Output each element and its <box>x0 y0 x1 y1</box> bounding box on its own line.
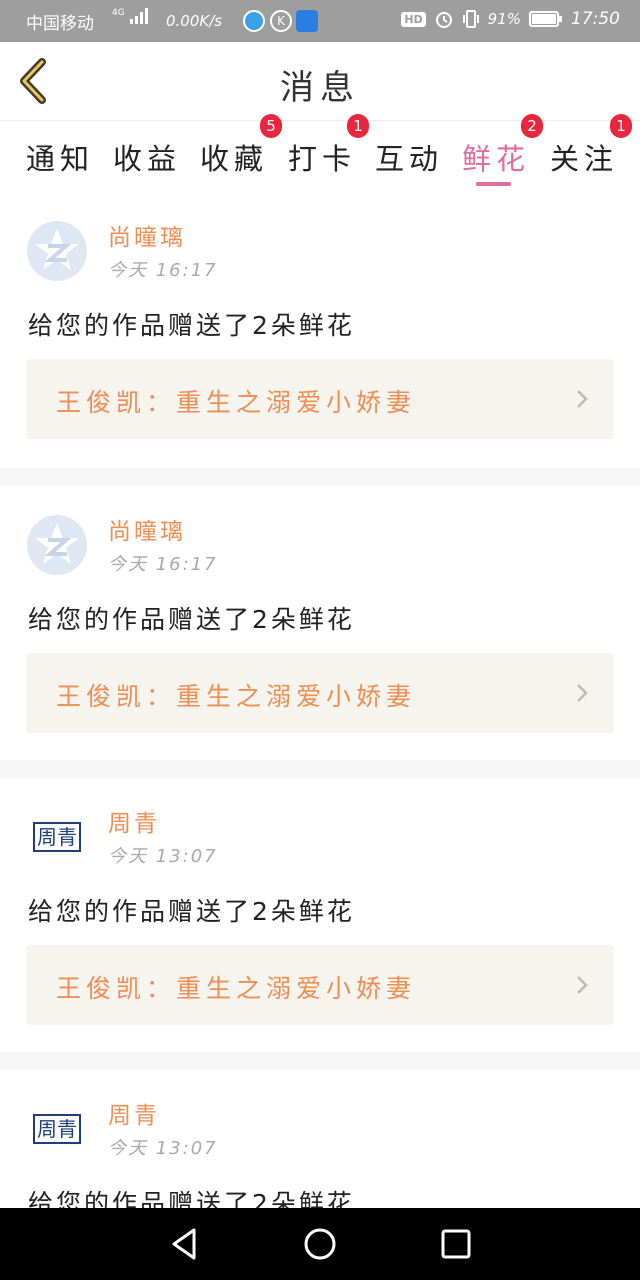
work-title: 王俊凯：重生之溺爱小娇妻 <box>56 974 417 1003</box>
tab-earnings[interactable]: 收益 <box>113 136 181 178</box>
tab-follow[interactable]: 关注 <box>550 136 618 178</box>
message-card: 尚曈璃 今天 16:17 给您的作品赠送了2朵鲜花 王俊凯：重生之溺爱小娇妻 <box>0 486 640 760</box>
tab-notice[interactable]: 通知 <box>26 136 94 178</box>
user-avatar[interactable]: 周青 <box>26 806 88 868</box>
sender-name[interactable]: 周青 <box>108 1096 160 1130</box>
qzone-avatar-icon[interactable] <box>26 514 88 576</box>
message-card: 周青 周青 今天 13:07 给您的作品赠送了2朵鲜花 <box>0 1070 640 1208</box>
carrier-label: 中国移动 <box>26 14 94 34</box>
message-time: 今天 13:07 <box>108 846 218 867</box>
tab-checkin[interactable]: 打卡 <box>288 136 356 178</box>
shield-app-icon <box>296 10 318 32</box>
message-card: 周青 周青 今天 13:07 给您的作品赠送了2朵鲜花 王俊凯：重生之溺爱小娇妻 <box>0 778 640 1052</box>
work-link[interactable]: 王俊凯：重生之溺爱小娇妻 <box>26 359 614 439</box>
sender-name[interactable]: 尚曈璃 <box>108 218 186 252</box>
avatar-text: 周青 <box>33 1114 81 1144</box>
nav-home-icon[interactable] <box>300 1224 340 1264</box>
divider <box>0 760 640 778</box>
message-time: 今天 16:17 <box>108 260 218 281</box>
chevron-right-icon <box>577 684 588 702</box>
hd-icon: HD <box>401 11 426 27</box>
message-time: 今天 13:07 <box>108 1138 218 1159</box>
message-text: 给您的作品赠送了2朵鲜花 <box>28 605 355 634</box>
k-app-icon: K <box>270 10 292 32</box>
message-text: 给您的作品赠送了2朵鲜花 <box>28 311 355 340</box>
work-title: 王俊凯：重生之溺爱小娇妻 <box>56 388 417 417</box>
work-link[interactable]: 王俊凯：重生之溺爱小娇妻 <box>26 945 614 1025</box>
nav-recents-icon[interactable] <box>436 1224 476 1264</box>
battery-icon <box>529 11 562 27</box>
message-text: 给您的作品赠送了2朵鲜花 <box>28 897 355 926</box>
tab-badge-checkin: 1 <box>347 114 369 138</box>
message-time: 今天 16:17 <box>108 554 218 575</box>
battery-percent: 91% <box>487 10 521 28</box>
clock: 17:50 <box>571 9 620 29</box>
chevron-right-icon <box>577 390 588 408</box>
chevron-right-icon <box>577 976 588 994</box>
tab-badge-follow: 1 <box>610 114 632 138</box>
page-title: 消息 <box>280 68 360 108</box>
app-notification-icon <box>243 10 265 32</box>
message-text: 给您的作品赠送了2朵鲜花 <box>28 1189 355 1208</box>
work-title: 王俊凯：重生之溺爱小娇妻 <box>56 682 417 711</box>
work-link[interactable]: 王俊凯：重生之溺爱小娇妻 <box>26 653 614 733</box>
vibrate-icon <box>462 10 479 28</box>
tab-interaction[interactable]: 互动 <box>375 136 443 178</box>
tab-favorites[interactable]: 收藏 <box>200 136 268 178</box>
tab-badge-flowers: 2 <box>521 114 543 138</box>
status-right: HD 91% 17:50 <box>401 9 620 29</box>
qzone-avatar-icon[interactable] <box>26 220 88 282</box>
alarm-icon <box>435 12 452 28</box>
signal-icon: 4G <box>112 8 148 27</box>
app-header: 消息 <box>0 42 640 121</box>
avatar-text: 周青 <box>33 822 81 852</box>
message-card: 尚曈璃 今天 16:17 给您的作品赠送了2朵鲜花 王俊凯：重生之溺爱小娇妻 <box>0 192 640 468</box>
sender-name[interactable]: 尚曈璃 <box>108 512 186 546</box>
system-nav-bar <box>0 1208 640 1280</box>
network-type: 4G <box>112 8 125 18</box>
status-bar: 中国移动 4G 0.00K/s K HD 91% 17:50 <box>0 0 640 42</box>
tab-flowers[interactable]: 鲜花 <box>462 136 530 178</box>
divider <box>0 468 640 486</box>
sender-name[interactable]: 周青 <box>108 804 160 838</box>
nav-back-icon[interactable] <box>164 1224 204 1264</box>
active-tab-indicator <box>476 182 511 186</box>
user-avatar[interactable]: 周青 <box>26 1098 88 1160</box>
tab-badge-favorites: 5 <box>260 114 282 138</box>
network-speed: 0.00K/s <box>166 12 223 30</box>
divider <box>0 1052 640 1070</box>
